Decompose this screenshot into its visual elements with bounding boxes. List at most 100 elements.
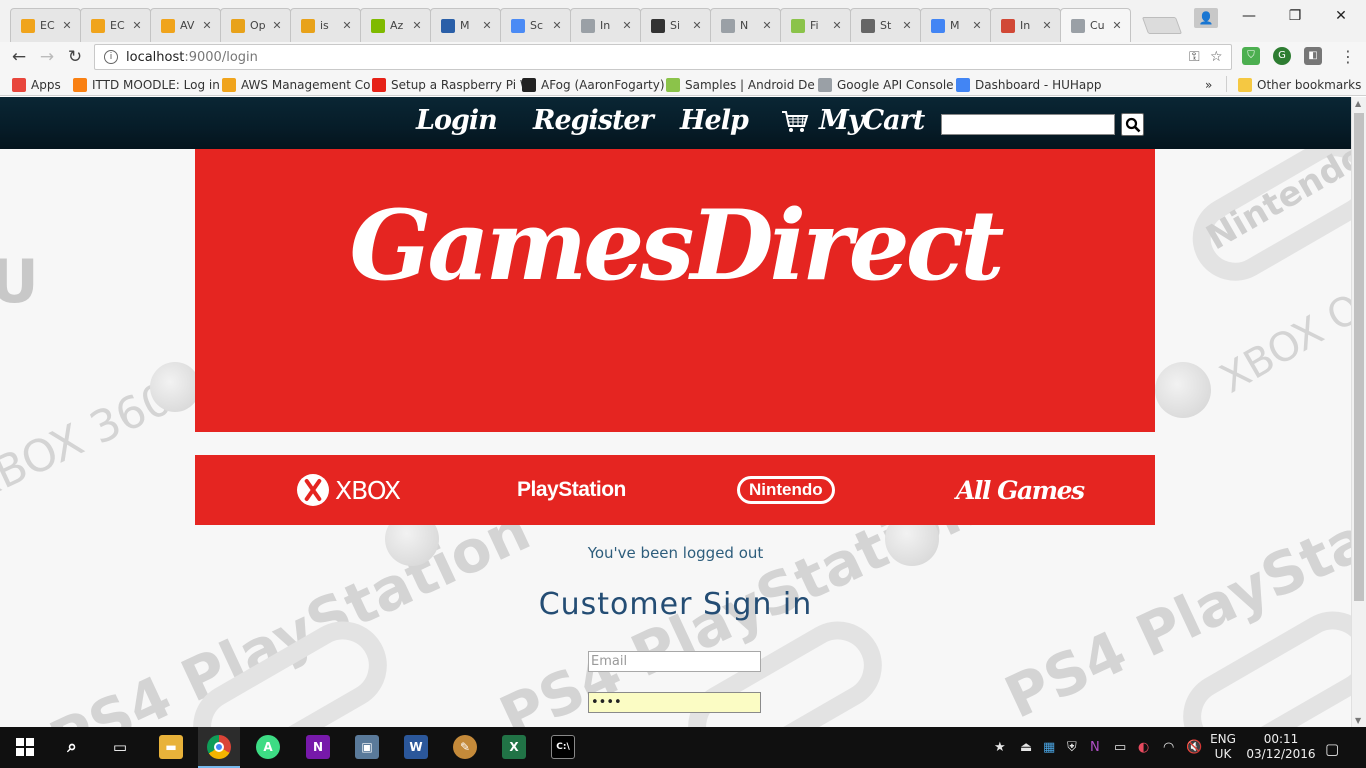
- file-explorer-icon[interactable]: ▬: [159, 735, 183, 759]
- forward-icon[interactable]: →: [36, 46, 58, 68]
- bookmark-item[interactable]: Apps: [12, 76, 61, 93]
- back-icon[interactable]: ←: [8, 46, 30, 68]
- tab-close-icon[interactable]: ✕: [550, 19, 564, 32]
- scroll-up-icon[interactable]: ▲: [1355, 99, 1361, 108]
- key-icon[interactable]: ⚿: [1189, 49, 1200, 65]
- browser-menu-icon[interactable]: ⋮: [1340, 47, 1356, 66]
- login-link[interactable]: Login: [416, 105, 498, 136]
- network-share-tray-icon[interactable]: ▦: [1043, 740, 1055, 755]
- extension-icon[interactable]: ◧: [1304, 47, 1322, 65]
- extension-grammarly-icon[interactable]: G: [1273, 47, 1291, 65]
- task-view-icon[interactable]: ▭: [108, 735, 132, 759]
- browser-tab[interactable]: Cu ✕: [1060, 8, 1131, 42]
- wifi-tray-icon[interactable]: ◠: [1163, 740, 1174, 755]
- security-tray-icon[interactable]: ⛨: [1067, 740, 1077, 755]
- language-indicator[interactable]: ENG UK: [1208, 732, 1238, 762]
- volume-muted-icon[interactable]: 🔇: [1186, 740, 1202, 755]
- bookmark-item[interactable]: Samples | Android De: [666, 76, 815, 93]
- all-games-link[interactable]: All Games: [956, 473, 1085, 507]
- tab-close-icon[interactable]: ✕: [340, 19, 354, 32]
- browser-tab[interactable]: Az ✕: [360, 8, 431, 42]
- browser-tab[interactable]: In ✕: [570, 8, 641, 42]
- xbox-link[interactable]: XBOX: [297, 473, 401, 507]
- star-tray-icon[interactable]: ★: [994, 740, 1006, 755]
- site-logo[interactable]: GamesDirect: [195, 189, 1155, 302]
- photos-icon[interactable]: ▣: [355, 735, 379, 759]
- close-window-icon[interactable]: ✕: [1327, 6, 1355, 26]
- paint-icon[interactable]: ✎: [453, 735, 477, 759]
- page-scrollbar[interactable]: ▲ ▼: [1351, 97, 1366, 727]
- url-text[interactable]: localhost:9000/login: [126, 50, 258, 65]
- tab-close-icon[interactable]: ✕: [760, 19, 774, 32]
- extension-shield-icon[interactable]: ⛉: [1242, 47, 1260, 65]
- browser-tab[interactable]: N ✕: [710, 8, 781, 42]
- tab-close-icon[interactable]: ✕: [410, 19, 424, 32]
- mycart-link[interactable]: MyCart: [819, 105, 925, 136]
- word-icon[interactable]: W: [404, 735, 428, 759]
- windows-start-icon[interactable]: [13, 735, 37, 759]
- address-bar[interactable]: i localhost:9000/login ⚿ ☆: [94, 44, 1232, 70]
- android-studio-icon[interactable]: A: [256, 735, 280, 759]
- tab-close-icon[interactable]: ✕: [480, 19, 494, 32]
- browser-tab[interactable]: Fi ✕: [780, 8, 851, 42]
- search-button[interactable]: [1121, 113, 1144, 136]
- tab-close-icon[interactable]: ✕: [690, 19, 704, 32]
- site-info-icon[interactable]: i: [104, 50, 118, 64]
- browser-tab[interactable]: is ✕: [290, 8, 361, 42]
- tab-close-icon[interactable]: ✕: [1040, 19, 1054, 32]
- tab-close-icon[interactable]: ✕: [130, 19, 144, 32]
- bookmark-item[interactable]: AWS Management Co: [222, 76, 370, 93]
- app-tray-icon[interactable]: ◐: [1138, 740, 1149, 755]
- search-taskbar-icon[interactable]: ⌕: [60, 735, 84, 759]
- tab-close-icon[interactable]: ✕: [620, 19, 634, 32]
- browser-tab[interactable]: M ✕: [920, 8, 991, 42]
- browser-tab[interactable]: AV ✕: [150, 8, 221, 42]
- browser-tab[interactable]: Sc ✕: [500, 8, 571, 42]
- onenote-tray-icon[interactable]: N: [1090, 740, 1100, 755]
- bookmarks-overflow-button[interactable]: »: [1205, 76, 1212, 93]
- scroll-down-icon[interactable]: ▼: [1355, 716, 1361, 725]
- profile-icon[interactable]: 👤: [1194, 8, 1218, 28]
- tab-close-icon[interactable]: ✕: [200, 19, 214, 32]
- email-field[interactable]: [588, 651, 761, 672]
- password-field[interactable]: [588, 692, 761, 713]
- new-tab-button[interactable]: [1141, 17, 1183, 34]
- minimize-icon[interactable]: —: [1235, 6, 1263, 26]
- tab-close-icon[interactable]: ✕: [900, 19, 914, 32]
- bookmark-item[interactable]: Dashboard - HUHapp: [956, 76, 1101, 93]
- excel-icon[interactable]: X: [502, 735, 526, 759]
- tab-close-icon[interactable]: ✕: [970, 19, 984, 32]
- browser-tab[interactable]: St ✕: [850, 8, 921, 42]
- command-prompt-icon[interactable]: C:\: [551, 735, 575, 759]
- chrome-icon[interactable]: [207, 735, 231, 759]
- tab-close-icon[interactable]: ✕: [1110, 19, 1124, 32]
- usb-tray-icon[interactable]: ⏏: [1020, 740, 1032, 755]
- bookmark-item[interactable]: ITTD MOODLE: Log in: [73, 76, 220, 93]
- search-input[interactable]: [941, 114, 1115, 135]
- help-link[interactable]: Help: [680, 105, 749, 136]
- browser-tab[interactable]: Si ✕: [640, 8, 711, 42]
- restore-icon[interactable]: ❐: [1281, 6, 1309, 26]
- clock[interactable]: 00:11 03/12/2016: [1246, 732, 1316, 762]
- onenote-icon[interactable]: N: [306, 735, 330, 759]
- reload-icon[interactable]: ↻: [64, 46, 86, 68]
- bookmark-item[interactable]: AFog (AaronFogarty): [522, 76, 665, 93]
- browser-tab[interactable]: Op ✕: [220, 8, 291, 42]
- battery-tray-icon[interactable]: ▭: [1114, 740, 1126, 755]
- bookmark-star-icon[interactable]: ☆: [1210, 49, 1223, 65]
- bookmark-item[interactable]: Setup a Raspberry Pi W: [372, 76, 532, 93]
- cart-icon[interactable]: [781, 110, 809, 134]
- tab-close-icon[interactable]: ✕: [60, 19, 74, 32]
- bookmark-item[interactable]: Google API Console: [818, 76, 954, 93]
- nintendo-link[interactable]: Nintendo: [737, 473, 835, 507]
- browser-tab[interactable]: EC ✕: [80, 8, 151, 42]
- browser-tab[interactable]: EC ✕: [10, 8, 81, 42]
- register-link[interactable]: Register: [533, 105, 654, 136]
- tab-close-icon[interactable]: ✕: [270, 19, 284, 32]
- notifications-icon[interactable]: ▢: [1325, 740, 1339, 758]
- bookmark-item[interactable]: Other bookmarks: [1238, 76, 1361, 93]
- browser-tab[interactable]: M ✕: [430, 8, 501, 42]
- tab-close-icon[interactable]: ✕: [830, 19, 844, 32]
- scrollbar-thumb[interactable]: [1354, 113, 1364, 601]
- playstation-link[interactable]: PlayStation: [517, 473, 626, 507]
